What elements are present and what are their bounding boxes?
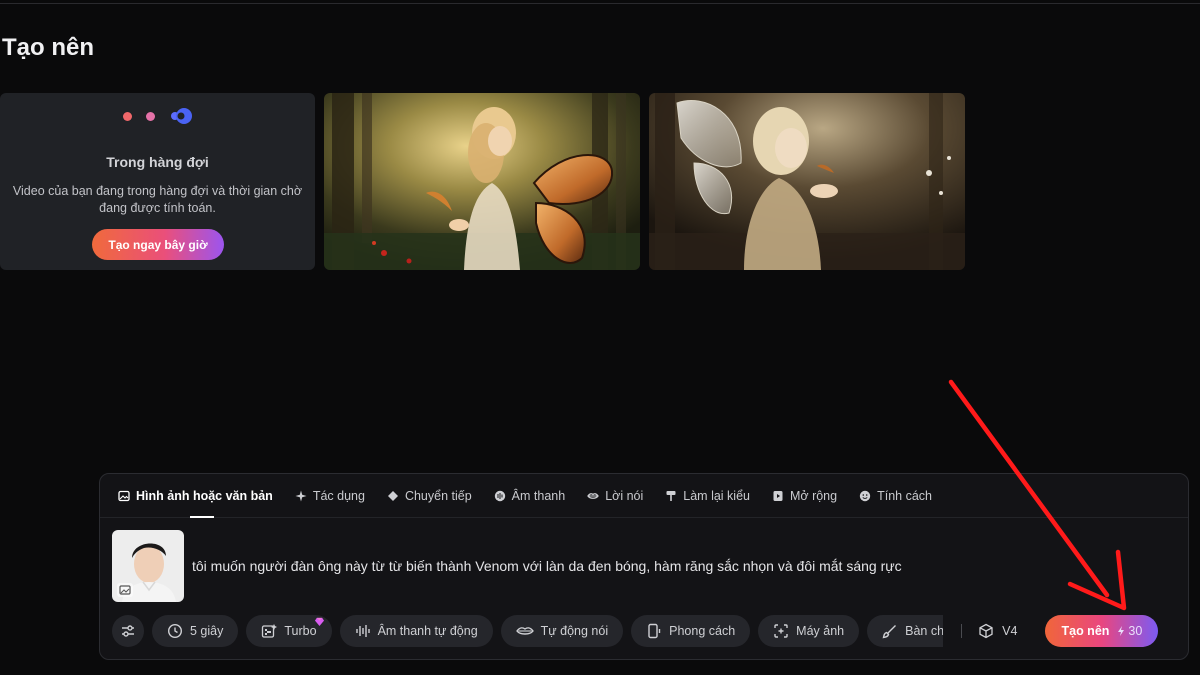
lightning-icon (1118, 626, 1125, 636)
audio-icon (494, 490, 505, 501)
toolbar-divider (961, 624, 963, 638)
camera-select[interactable]: Máy ảnh (758, 615, 860, 647)
brush-label: Bàn chải (905, 624, 944, 638)
tab-speech[interactable]: Lời nói (587, 474, 643, 518)
queue-card: Trong hàng đợi Video của bạn đang trong … (0, 93, 315, 270)
clock-icon (167, 623, 183, 639)
auto-speak-label: Tự động nói (540, 624, 609, 638)
credit-cost: 30 (1117, 624, 1142, 638)
duration-select[interactable]: 5 giây (152, 615, 239, 647)
turbo-icon (262, 624, 278, 638)
tab-character[interactable]: Tính cách (859, 474, 932, 518)
waveform-icon (355, 625, 370, 637)
mode-tabs: Hình ảnh hoặc văn bản Tác dụng Chuyển ti… (100, 474, 1188, 518)
turbo-label: Turbo (284, 624, 317, 638)
sliders-icon (122, 625, 134, 637)
style-select[interactable]: Phong cách (631, 615, 751, 647)
loading-dot-icon (145, 111, 155, 121)
tab-extend[interactable]: Mở rộng (772, 474, 837, 518)
create-button[interactable]: Tạo nên 30 (1045, 615, 1159, 647)
auto-speak-toggle[interactable]: Tự động nói (500, 615, 624, 647)
diamond-icon (387, 490, 398, 501)
tab-label: Làm lại kiểu (683, 488, 750, 503)
brush-icon (882, 625, 897, 639)
loading-dots (0, 107, 315, 125)
tab-label: Lời nói (605, 488, 644, 503)
premium-gem-icon (314, 617, 324, 626)
tab-label: Chuyển tiếp (404, 488, 472, 503)
tab-label: Mở rộng (789, 488, 838, 503)
turbo-toggle[interactable]: Turbo (246, 615, 332, 647)
tab-restyle[interactable]: Làm lại kiểu (665, 474, 750, 518)
tab-image-or-text[interactable]: Hình ảnh hoặc văn bản (118, 474, 273, 518)
auto-audio-label: Âm thanh tự động (377, 624, 478, 638)
aspect-ratio-icon (648, 623, 661, 639)
prompt-composer: Hình ảnh hoặc văn bản Tác dụng Chuyển ti… (99, 473, 1189, 660)
tab-label: Âm thanh (511, 488, 566, 503)
auto-audio-toggle[interactable]: Âm thanh tự động (339, 615, 493, 647)
page-title: Tạo nên (2, 34, 95, 61)
paint-roller-icon (666, 490, 676, 501)
version-label: V4 (1002, 624, 1018, 638)
lips-icon (587, 492, 599, 499)
settings-button[interactable] (112, 615, 144, 647)
tab-label: Tác dụng (312, 488, 365, 503)
result-image-adult-fairy[interactable] (649, 93, 965, 270)
tab-transition[interactable]: Chuyển tiếp (387, 474, 472, 518)
reference-image-thumbnail[interactable] (112, 530, 184, 602)
queue-description: Video của bạn đang trong hàng đợi và thờ… (12, 184, 303, 215)
expand-icon (773, 490, 783, 501)
queue-title: Trong hàng đợi (106, 154, 209, 170)
tab-label: Tính cách (877, 488, 932, 503)
create-now-button[interactable]: Tạo ngay bây giờ (92, 229, 224, 260)
create-label: Tạo nên (1061, 624, 1110, 638)
tab-effects[interactable]: Tác dụng (295, 474, 365, 518)
prompt-input[interactable]: tôi muốn người đàn ông này từ từ biến th… (192, 558, 902, 574)
cube-icon (979, 623, 993, 639)
loading-dot-icon (122, 111, 132, 121)
sparkle-icon (295, 490, 307, 501)
model-version-select[interactable]: V4 (978, 623, 1017, 639)
credit-count: 30 (1128, 624, 1143, 638)
image-icon (118, 490, 130, 501)
smiley-icon (859, 490, 871, 501)
camera-focus-icon (774, 624, 788, 638)
brush-button[interactable]: Bàn chải (867, 615, 944, 647)
generation-results: Trong hàng đợi Video của bạn đang trong … (0, 93, 965, 270)
camera-label: Máy ảnh (796, 624, 845, 638)
duration-label: 5 giây (190, 624, 224, 638)
result-image-child-fairy[interactable] (324, 93, 640, 270)
tab-label: Hình ảnh hoặc văn bản (136, 488, 273, 503)
logo-icon (169, 107, 193, 125)
generation-toolbar: 5 giây Turbo Âm thanh tự động Tự động nó… (112, 615, 1159, 647)
lips-icon (515, 627, 534, 635)
top-divider (0, 3, 1200, 4)
tab-audio[interactable]: Âm thanh (494, 474, 566, 518)
style-label: Phong cách (669, 624, 736, 638)
